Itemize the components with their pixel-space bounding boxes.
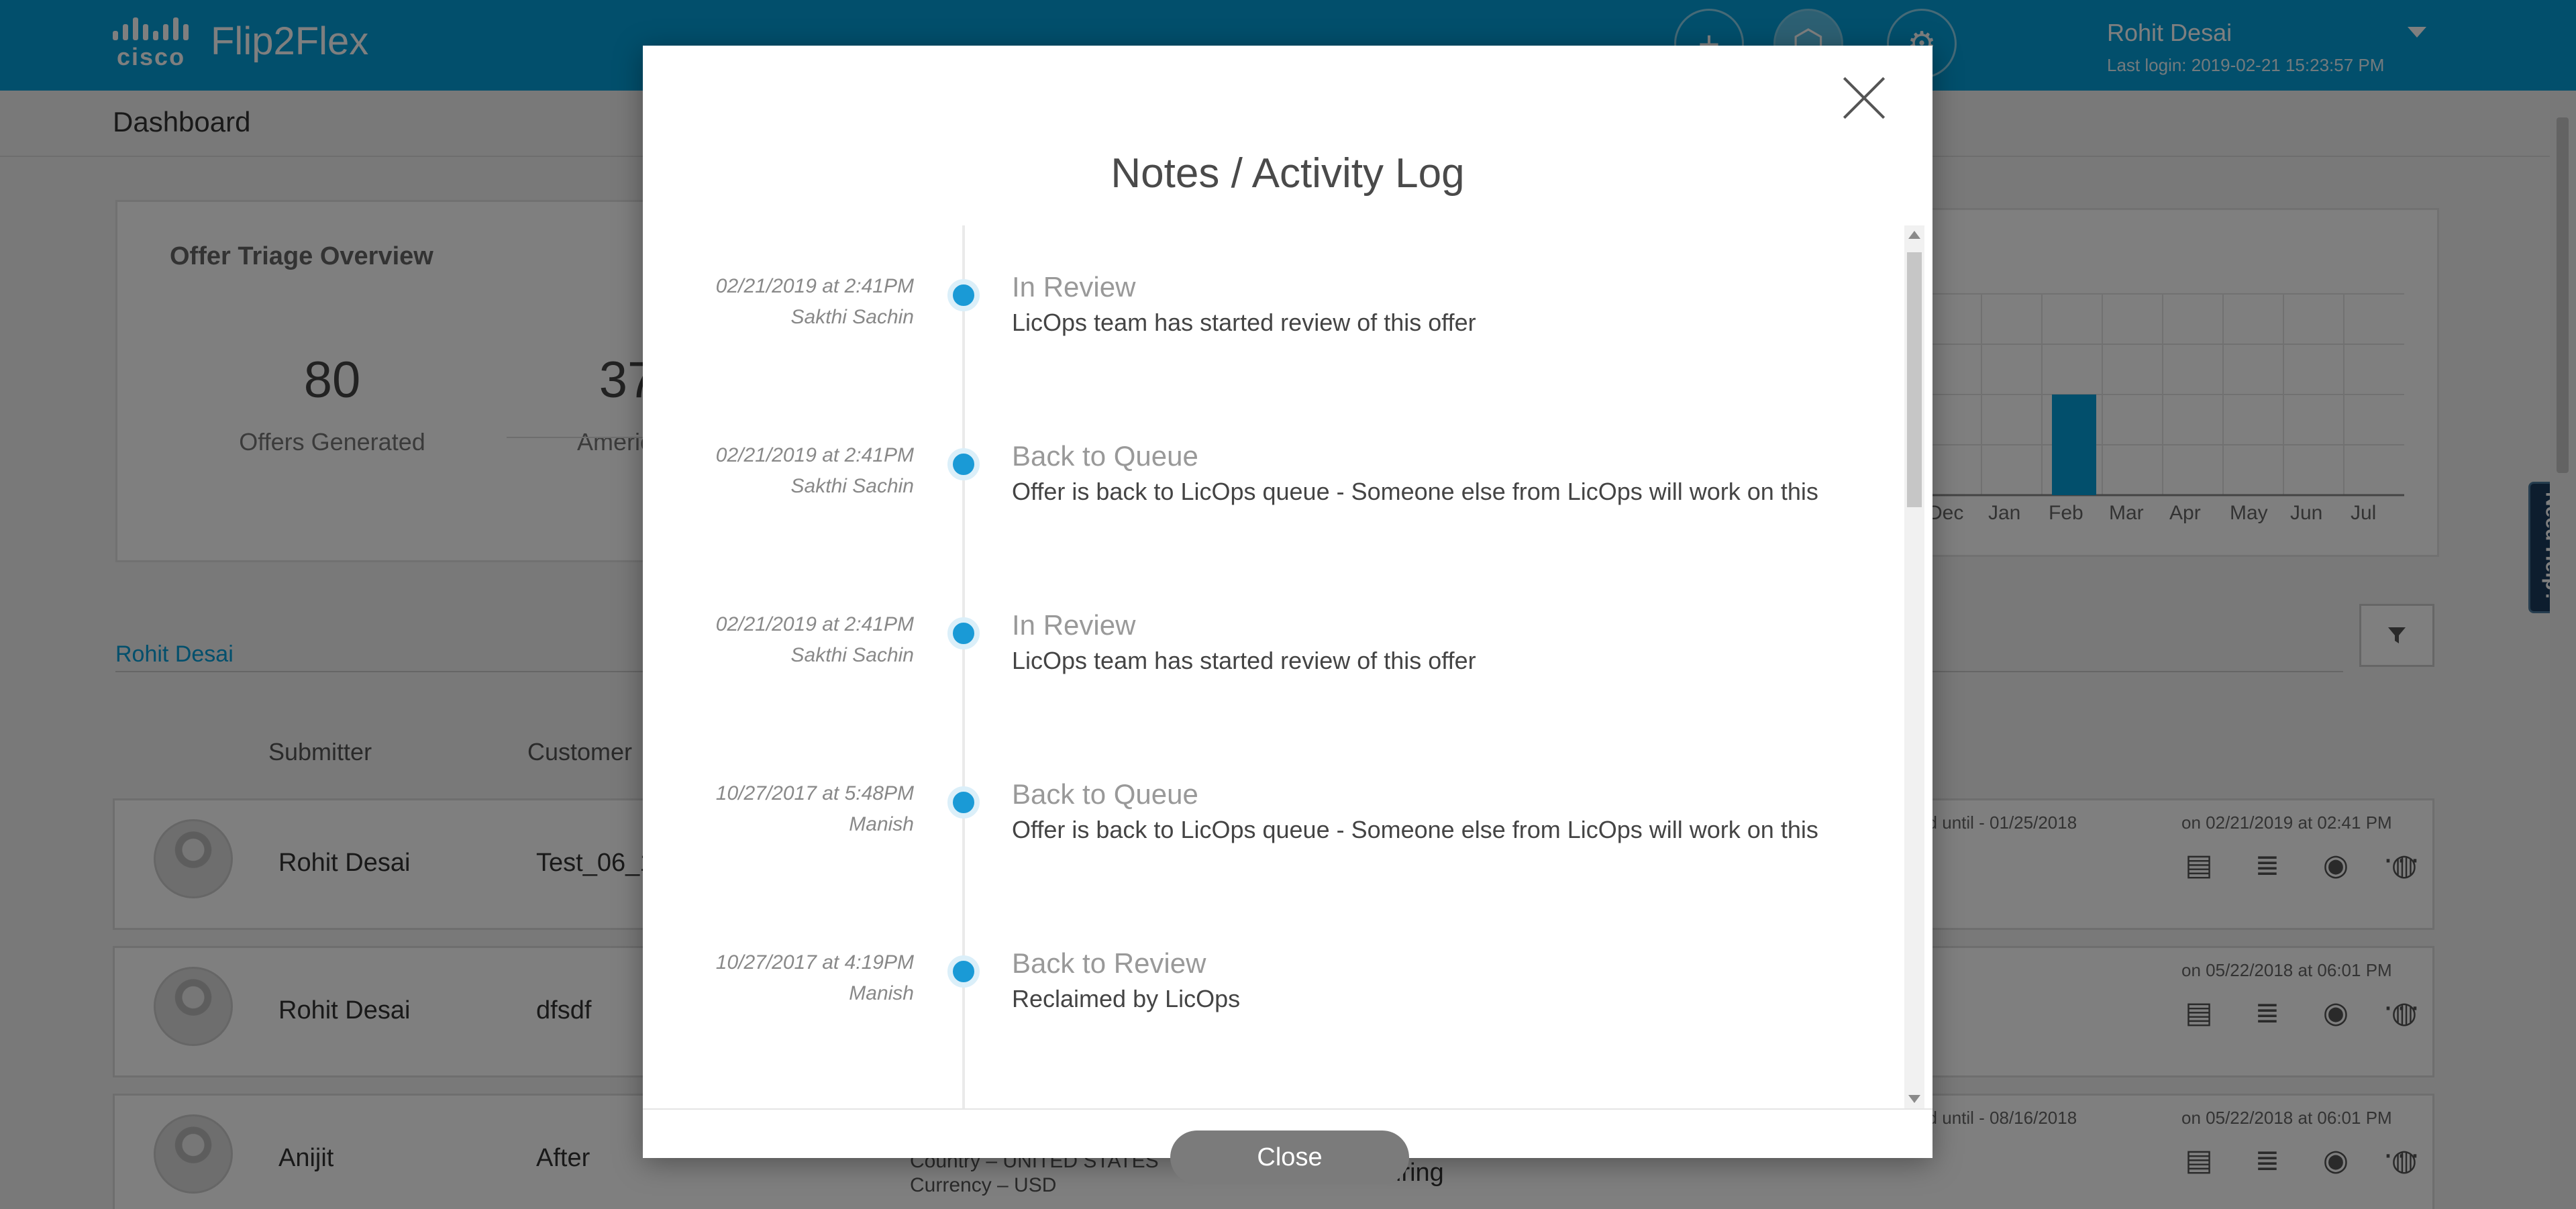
entry-meta: 02/21/2019 at 2:41PM Sakthi Sachin: [643, 444, 914, 498]
close-icon[interactable]: [1840, 74, 1888, 122]
activity-log-modal: Notes / Activity Log 02/21/2019 at 2:41P…: [643, 46, 1933, 1184]
entry-date: 02/21/2019 at 2:41PM: [715, 613, 914, 635]
modal-title: Notes / Activity Log: [1111, 150, 1465, 197]
entry-author: Manish: [849, 982, 914, 1004]
modal-scrollbar[interactable]: [1904, 225, 1924, 1108]
entry-author: Sakthi Sachin: [790, 306, 914, 328]
scroll-down-icon[interactable]: [1908, 1095, 1920, 1103]
entry-meta: 10/27/2017 at 4:19PM Manish: [643, 951, 914, 1005]
entry-meta: 02/21/2019 at 2:41PM Sakthi Sachin: [643, 613, 914, 667]
entry-description: LicOps team has started review of this o…: [1012, 309, 1476, 336]
entry-date: 10/27/2017 at 5:48PM: [715, 782, 914, 804]
divider: [643, 1108, 1933, 1110]
timeline-dot-icon: [947, 617, 980, 649]
list-item: 02/21/2019 at 2:41PM Sakthi Sachin In Re…: [643, 225, 1904, 360]
entry-date: 02/21/2019 at 2:41PM: [715, 444, 914, 466]
entry-author: Sakthi Sachin: [790, 644, 914, 666]
entry-author: Manish: [849, 813, 914, 835]
entry-description: Offer is back to LicOps queue - Someone …: [1012, 816, 1818, 843]
list-item: 10/27/2017 at 5:48PM Manish Back to Queu…: [643, 733, 1904, 867]
entry-status: In Review: [1012, 609, 1136, 641]
timeline-dot-icon: [947, 786, 980, 819]
entry-meta: 02/21/2019 at 2:41PM Sakthi Sachin: [643, 275, 914, 329]
entry-description: Reclaimed by LicOps: [1012, 985, 1241, 1012]
entry-author: Sakthi Sachin: [790, 475, 914, 497]
entry-status: Back to Queue: [1012, 440, 1198, 472]
scrollbar-thumb[interactable]: [1907, 252, 1922, 507]
scroll-up-icon[interactable]: [1908, 231, 1920, 239]
timeline-dot-icon: [947, 448, 980, 480]
entry-status: Back to Queue: [1012, 778, 1198, 810]
entry-date: 02/21/2019 at 2:41PM: [715, 275, 914, 297]
activity-log-list[interactable]: 02/21/2019 at 2:41PM Sakthi Sachin In Re…: [643, 225, 1904, 1108]
entry-meta: 10/27/2017 at 5:48PM Manish: [643, 782, 914, 836]
timeline-dot-icon: [947, 955, 980, 988]
close-button[interactable]: Close: [1170, 1131, 1409, 1184]
entry-status: Back to Review: [1012, 947, 1206, 979]
timeline-dot-icon: [947, 279, 980, 311]
entry-description: LicOps team has started review of this o…: [1012, 647, 1476, 674]
list-item: 02/21/2019 at 2:41PM Sakthi Sachin In Re…: [643, 564, 1904, 698]
list-item: 02/21/2019 at 2:41PM Sakthi Sachin Back …: [643, 395, 1904, 529]
entry-status: In Review: [1012, 271, 1136, 303]
entry-description: Offer is back to LicOps queue - Someone …: [1012, 478, 1818, 505]
entry-date: 10/27/2017 at 4:19PM: [715, 951, 914, 974]
list-item: 10/27/2017 at 4:19PM Manish Back to Revi…: [643, 902, 1904, 1036]
